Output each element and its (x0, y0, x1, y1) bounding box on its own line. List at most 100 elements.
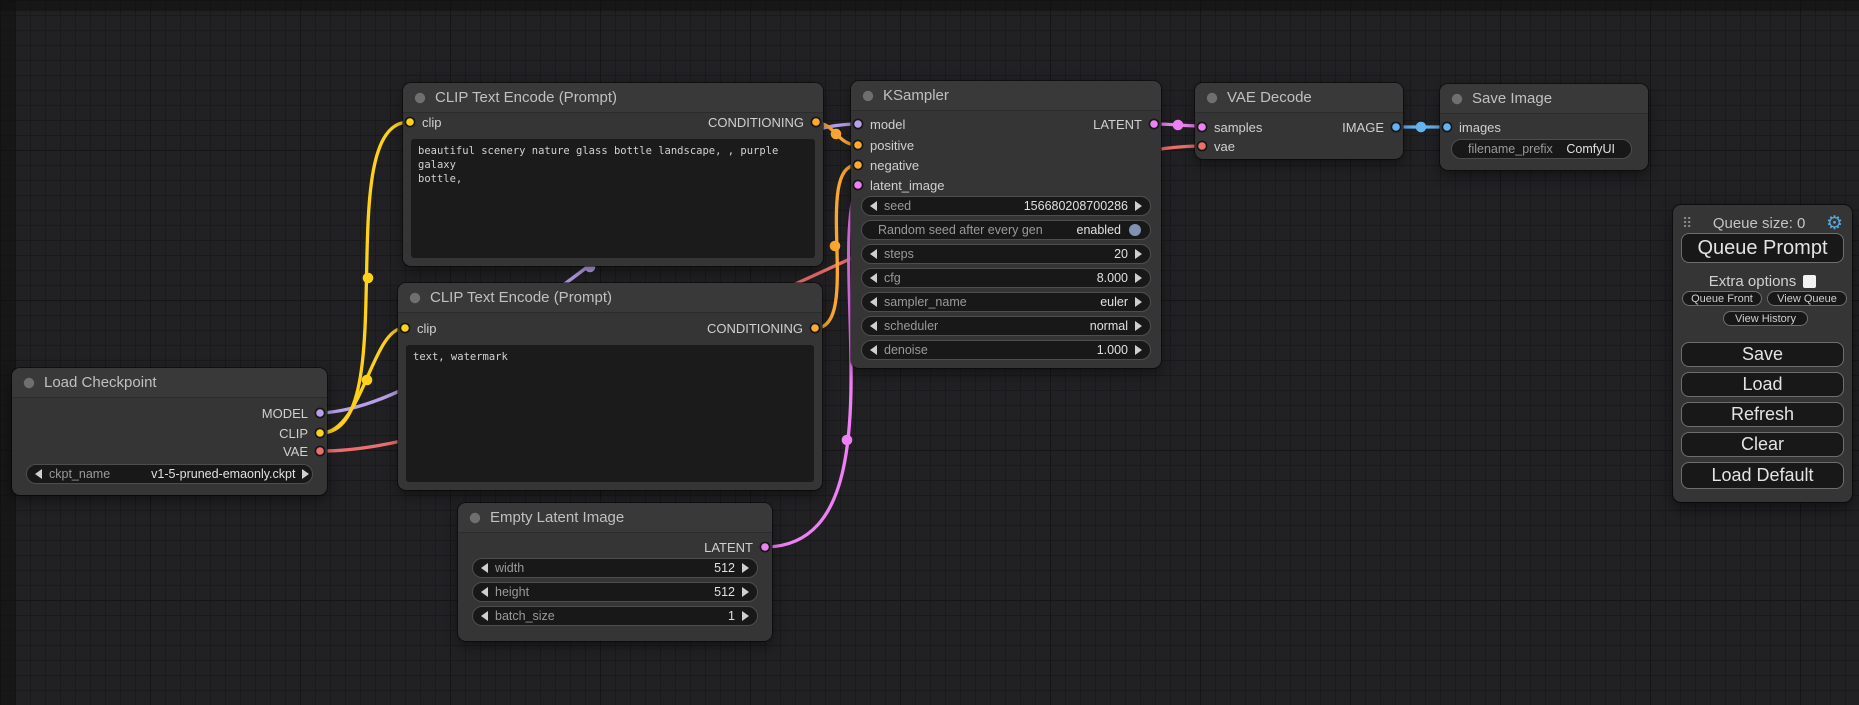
ckpt-name-widget[interactable]: ckpt_name v1-5-pruned-emaonly.ckpt (26, 464, 313, 484)
model-output-dot[interactable] (314, 407, 326, 419)
scheduler-widget[interactable]: scheduler normal (861, 316, 1151, 336)
increment-arrow-icon[interactable] (1135, 345, 1142, 355)
node-title-bar[interactable]: VAE Decode (1195, 83, 1403, 113)
positive-input-dot[interactable] (852, 139, 864, 151)
denoise-widget[interactable]: denoise 1.000 (861, 340, 1151, 360)
node-title-bar[interactable]: Empty Latent Image (458, 503, 772, 533)
clip-input-dot[interactable] (404, 116, 416, 128)
filename-prefix-widget[interactable]: filename_prefix ComfyUI (1451, 139, 1632, 159)
node-clip-text-encode-positive[interactable]: CLIP Text Encode (Prompt) clip CONDITION… (403, 83, 823, 266)
latent-output-dot[interactable] (759, 541, 771, 553)
drag-handle-icon[interactable]: ⠿ (1682, 216, 1692, 230)
node-title-bar[interactable]: CLIP Text Encode (Prompt) (403, 83, 823, 113)
image-output-dot[interactable] (1390, 121, 1402, 133)
steps-widget[interactable]: steps 20 (861, 244, 1151, 264)
node-title-bar[interactable]: Load Checkpoint (12, 368, 327, 398)
increment-arrow-icon[interactable] (1135, 273, 1142, 283)
view-history-button[interactable]: View History (1723, 311, 1808, 326)
load-button[interactable]: Load (1681, 372, 1844, 397)
node-title-text: VAE Decode (1227, 89, 1312, 106)
widget-value: 8.000 (1097, 271, 1128, 285)
height-widget[interactable]: height 512 (472, 582, 758, 602)
decrement-arrow-icon[interactable] (870, 249, 877, 259)
refresh-button[interactable]: Refresh (1681, 402, 1844, 427)
decrement-arrow-icon[interactable] (870, 273, 877, 283)
increment-arrow-icon[interactable] (1135, 201, 1142, 211)
increment-arrow-icon[interactable] (1135, 321, 1142, 331)
collapse-dot-icon[interactable] (1451, 93, 1463, 105)
conditioning-output-dot[interactable] (810, 116, 822, 128)
increment-arrow-icon[interactable] (742, 563, 749, 573)
output-slot-latent: LATENT (1093, 114, 1160, 134)
latent-image-input-dot[interactable] (852, 179, 864, 191)
collapse-dot-icon[interactable] (469, 512, 481, 524)
model-input-dot[interactable] (852, 118, 864, 130)
seed-widget[interactable]: seed 156680208700286 (861, 196, 1151, 216)
images-input-dot[interactable] (1441, 121, 1453, 133)
slot-label: CLIP (279, 426, 308, 441)
node-vae-decode[interactable]: VAE Decode samples vae IMAGE (1195, 83, 1403, 159)
negative-input-dot[interactable] (852, 159, 864, 171)
clip-output-dot[interactable] (314, 427, 326, 439)
decrement-arrow-icon[interactable] (870, 201, 877, 211)
node-title-text: Empty Latent Image (490, 509, 624, 526)
decrement-arrow-icon[interactable] (481, 563, 488, 573)
collapse-dot-icon[interactable] (23, 377, 35, 389)
conditioning-output-dot[interactable] (809, 322, 821, 334)
decrement-arrow-icon[interactable] (481, 587, 488, 597)
button-label: Queue Prompt (1697, 237, 1827, 260)
random-seed-toggle-widget[interactable]: Random seed after every gen enabled (861, 220, 1151, 240)
clip-input-dot[interactable] (399, 322, 411, 334)
view-queue-button[interactable]: View Queue (1767, 291, 1847, 306)
node-ksampler[interactable]: KSampler model positive negative latent_… (851, 81, 1161, 368)
collapse-dot-icon[interactable] (862, 90, 874, 102)
decrement-arrow-icon[interactable] (870, 321, 877, 331)
decrement-arrow-icon[interactable] (870, 297, 877, 307)
save-button[interactable]: Save (1681, 342, 1844, 367)
widget-value: normal (1090, 319, 1128, 333)
slot-label: samples (1214, 120, 1262, 135)
gear-icon[interactable]: ⚙ (1826, 214, 1843, 233)
decrement-arrow-icon[interactable] (35, 469, 42, 479)
positive-prompt-textarea[interactable]: beautiful scenery nature glass bottle la… (411, 139, 815, 258)
sampler-name-widget[interactable]: sampler_name euler (861, 292, 1151, 312)
toggle-on-icon[interactable] (1128, 223, 1142, 237)
button-label: View Queue (1777, 293, 1837, 305)
increment-arrow-icon[interactable] (742, 587, 749, 597)
cfg-widget[interactable]: cfg 8.000 (861, 268, 1151, 288)
vae-input-dot[interactable] (1196, 140, 1208, 152)
clear-button[interactable]: Clear (1681, 432, 1844, 457)
decrement-arrow-icon[interactable] (481, 611, 488, 621)
node-title-bar[interactable]: KSampler (851, 81, 1161, 111)
collapse-dot-icon[interactable] (409, 292, 421, 304)
negative-prompt-textarea[interactable]: text, watermark (406, 345, 814, 482)
slot-label: CONDITIONING (708, 115, 804, 130)
latent-output-dot[interactable] (1148, 118, 1160, 130)
node-save-image[interactable]: Save Image images filename_prefix ComfyU… (1440, 84, 1648, 170)
node-empty-latent-image[interactable]: Empty Latent Image LATENT width 512 heig… (458, 503, 772, 641)
collapse-dot-icon[interactable] (1206, 92, 1218, 104)
node-clip-text-encode-negative[interactable]: CLIP Text Encode (Prompt) clip CONDITION… (398, 283, 822, 490)
queue-panel[interactable]: ⠿ Queue size: 0 ⚙ Queue Prompt Extra opt… (1673, 205, 1852, 502)
node-title-bar[interactable]: Save Image (1440, 84, 1648, 114)
queue-prompt-button[interactable]: Queue Prompt (1681, 233, 1844, 263)
increment-arrow-icon[interactable] (742, 611, 749, 621)
samples-input-dot[interactable] (1196, 121, 1208, 133)
load-default-button[interactable]: Load Default (1681, 462, 1844, 489)
increment-arrow-icon[interactable] (1135, 249, 1142, 259)
increment-arrow-icon[interactable] (1135, 297, 1142, 307)
link-dot-latent (842, 435, 853, 446)
batch-size-widget[interactable]: batch_size 1 (472, 606, 758, 626)
node-title-bar[interactable]: CLIP Text Encode (Prompt) (398, 283, 822, 313)
extra-options-label: Extra options (1709, 273, 1797, 290)
node-load-checkpoint[interactable]: Load Checkpoint MODEL CLIP VAE ckpt_name… (12, 368, 327, 495)
queue-front-button[interactable]: Queue Front (1682, 291, 1762, 306)
width-widget[interactable]: width 512 (472, 558, 758, 578)
input-slot-model: model (852, 114, 905, 134)
collapse-dot-icon[interactable] (414, 92, 426, 104)
extra-options-checkbox[interactable] (1803, 275, 1816, 288)
decrement-arrow-icon[interactable] (870, 345, 877, 355)
increment-arrow-icon[interactable] (302, 469, 309, 479)
widget-label: seed (884, 199, 911, 213)
vae-output-dot[interactable] (314, 445, 326, 457)
